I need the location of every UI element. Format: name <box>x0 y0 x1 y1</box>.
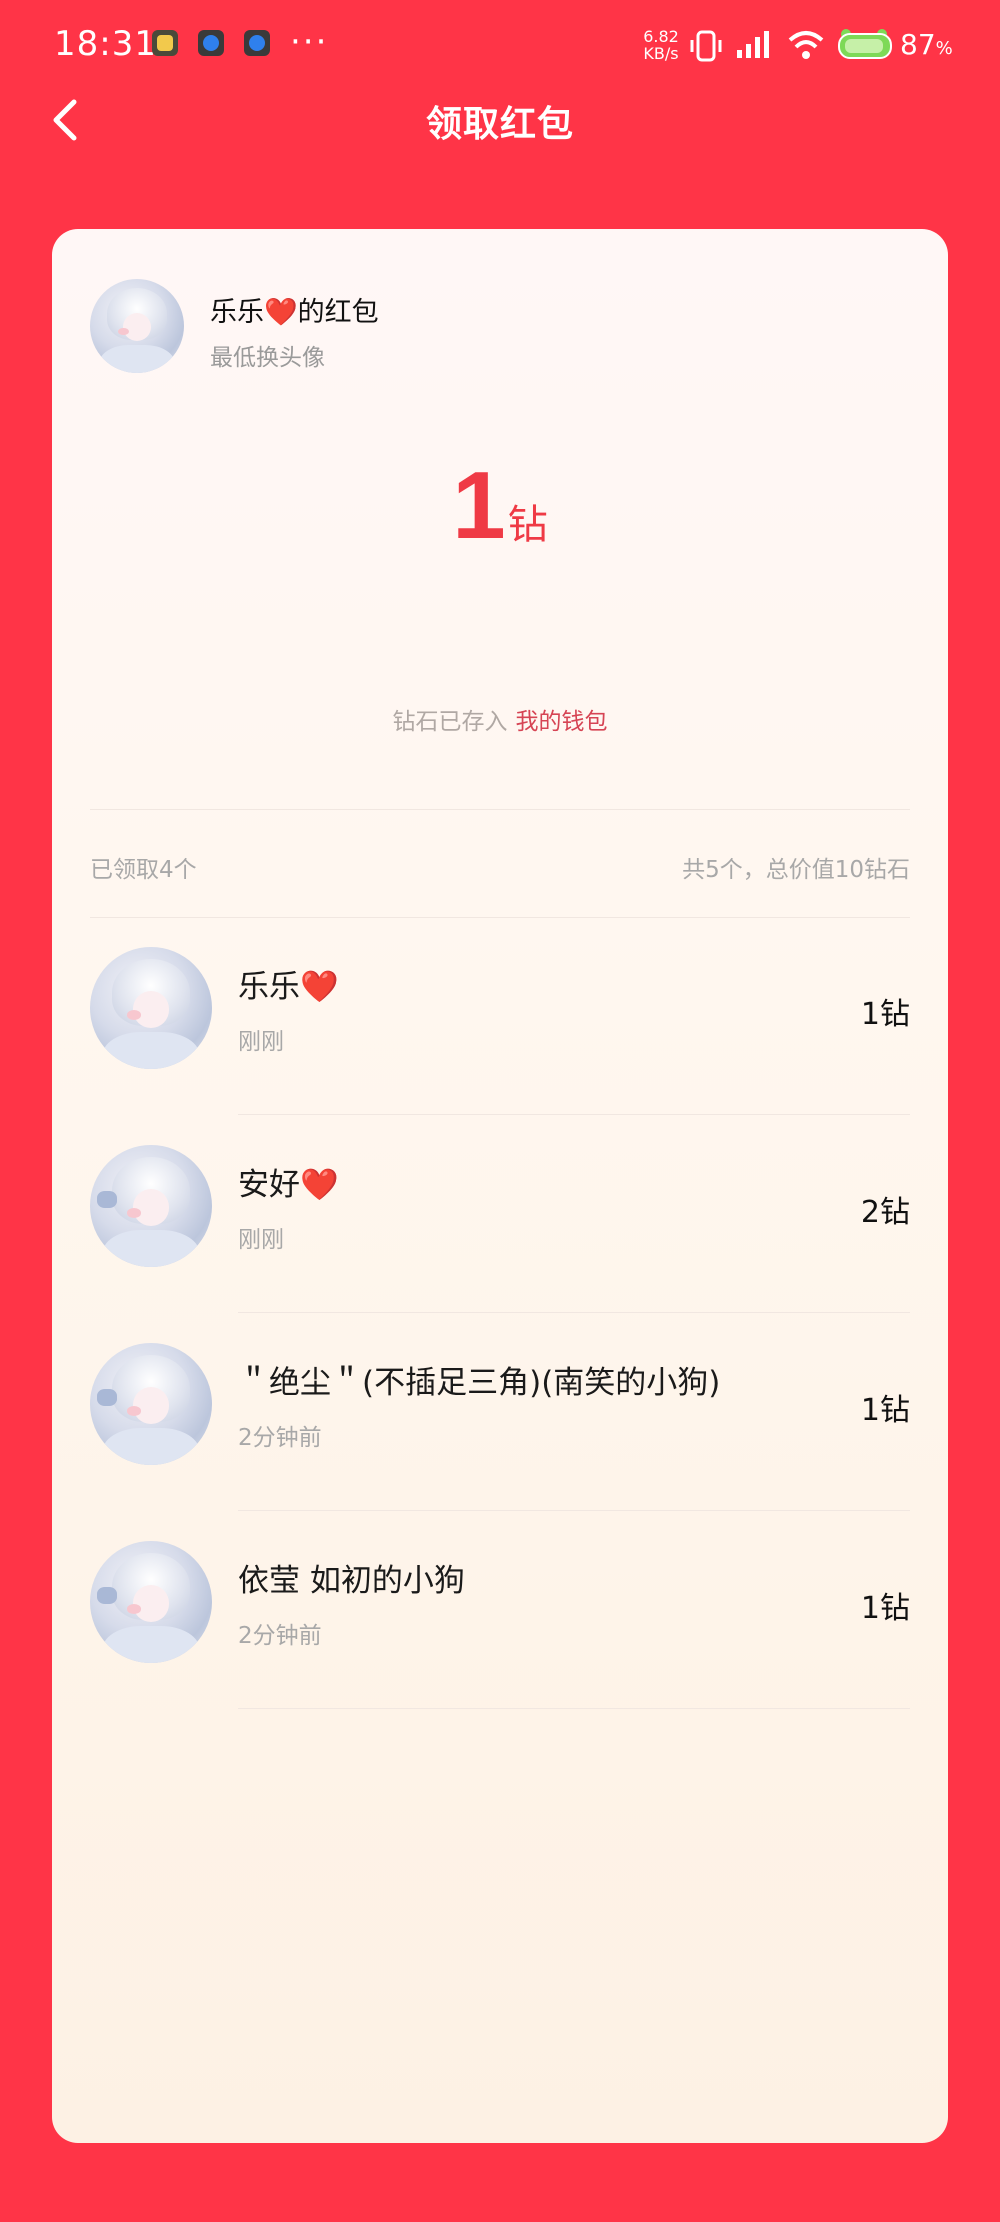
claimer-name: 安好❤️ <box>238 1167 339 1203</box>
sender-avatar[interactable] <box>90 279 184 373</box>
wifi-icon <box>788 31 824 59</box>
sender-title: 乐乐❤️的红包 <box>210 297 379 328</box>
claim-amount: 2钻 <box>860 1195 910 1230</box>
network-speed: 6.82 KB/s <box>643 27 679 63</box>
total-info: 共5个，总价值10钻石 <box>682 857 910 883</box>
claimer-avatar[interactable] <box>90 1541 212 1663</box>
claim-row[interactable]: 乐乐❤️ 刚刚 1钻 <box>52 917 948 1115</box>
app-notification-icon-2 <box>244 30 270 56</box>
claimer-name: 乐乐❤️ <box>238 969 339 1005</box>
battery-icon <box>838 29 892 59</box>
app-notification-icon <box>198 30 224 56</box>
amount-value: 1 <box>452 452 506 559</box>
my-wallet-link[interactable]: 我的钱包 <box>516 709 608 735</box>
claimed-count: 已领取4个 <box>90 857 197 883</box>
claim-row[interactable]: 依莹 如初的小狗 2分钟前 1钻 <box>52 1511 948 1709</box>
claimer-name: ＂绝尘＂(不插足三角)(南笑的小狗) <box>238 1365 721 1401</box>
claim-amount: 1钻 <box>860 1393 910 1428</box>
packet-message: 最低换头像 <box>210 345 325 371</box>
claimer-avatar[interactable] <box>90 1145 212 1267</box>
claim-amount: 1钻 <box>860 1591 910 1626</box>
red-packet-card: 乐乐❤️的红包 最低换头像 1钻 钻石已存入 我的钱包 已领取4个 共5个，总价值… <box>52 229 948 2143</box>
wallet-notice: 钻石已存入 我的钱包 <box>392 709 608 735</box>
claim-row[interactable]: 安好❤️ 刚刚 2钻 <box>52 1115 948 1313</box>
amount-unit: 钻 <box>507 502 548 548</box>
claim-time: 2分钟前 <box>238 1425 322 1451</box>
claim-row[interactable]: ＂绝尘＂(不插足三角)(南笑的小狗) 2分钟前 1钻 <box>52 1313 948 1511</box>
claim-time: 刚刚 <box>238 1029 284 1055</box>
claim-amount: 1钻 <box>860 997 910 1032</box>
status-bar: 18:31 ··· 6.82 KB/s 87% <box>0 0 1000 92</box>
claimer-avatar[interactable] <box>90 947 212 1069</box>
claimer-avatar[interactable] <box>90 1343 212 1465</box>
status-time: 18:31 <box>54 24 157 64</box>
claim-time: 刚刚 <box>238 1227 284 1253</box>
vibrate-icon <box>690 30 722 62</box>
message-notification-icon <box>152 30 178 56</box>
battery-percentage: 87% <box>900 28 953 61</box>
claim-time: 2分钟前 <box>238 1623 322 1649</box>
more-notifications-icon: ··· <box>290 22 329 62</box>
page-title: 领取红包 <box>425 104 574 145</box>
divider <box>90 809 910 810</box>
received-amount: 1钻 <box>52 451 948 561</box>
claimer-name: 依莹 如初的小狗 <box>238 1563 465 1599</box>
row-divider <box>238 1708 910 1709</box>
signal-icon <box>737 31 769 58</box>
